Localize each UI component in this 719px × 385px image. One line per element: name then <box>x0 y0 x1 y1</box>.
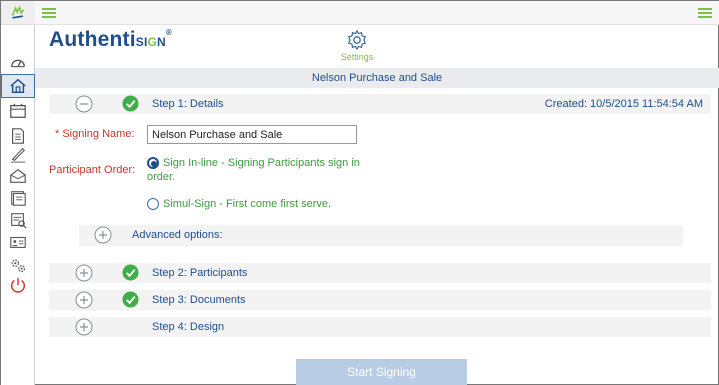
brand-sign: SIGN <box>135 35 166 49</box>
contact-card-icon[interactable] <box>7 232 29 252</box>
advanced-options-header[interactable]: Advanced options: <box>79 225 683 246</box>
step-title: Step 3: Documents <box>152 294 246 306</box>
admin-gears-icon[interactable] <box>7 255 29 275</box>
app-window: AuthentiSIGN® Settings Nelson Purchase a… <box>0 0 719 385</box>
expand-icon[interactable] <box>75 318 93 336</box>
expand-icon[interactable] <box>94 226 112 244</box>
advanced-options-label: Advanced options: <box>132 229 223 241</box>
left-rail <box>1 1 35 385</box>
created-timestamp: Created: 10/5/2015 11:54:54 AM <box>544 98 703 110</box>
check-circle-icon <box>122 95 139 112</box>
power-icon[interactable] <box>7 275 29 295</box>
simul-sign-radio[interactable] <box>147 198 159 210</box>
sign-inline-radio[interactable] <box>147 157 159 169</box>
logo-icon <box>1 1 35 25</box>
calendar-icon[interactable] <box>7 101 29 121</box>
top-bar <box>35 1 719 25</box>
step-title: Step 2: Participants <box>152 267 248 279</box>
pen-icon[interactable] <box>7 144 29 164</box>
menu-right-icon[interactable] <box>698 8 712 18</box>
step-4-header[interactable]: Step 4: Design <box>49 317 711 337</box>
templates-icon[interactable] <box>7 188 29 208</box>
step-2-header[interactable]: Step 2: Participants <box>49 263 711 283</box>
brand-logo: AuthentiSIGN® <box>49 28 173 51</box>
step-title: Step 4: Design <box>152 321 225 333</box>
start-signing-button[interactable]: Start Signing <box>296 359 467 385</box>
menu-toggle-icon[interactable] <box>42 8 56 18</box>
envelope-icon[interactable] <box>7 166 29 186</box>
settings-button[interactable]: Settings <box>327 29 387 62</box>
brand-name: Authenti <box>49 28 136 51</box>
signing-name-input[interactable] <box>147 125 357 144</box>
dashboard-icon[interactable] <box>7 53 29 73</box>
sign-inline-label-cont: order. <box>147 171 176 183</box>
settings-label: Settings <box>340 52 374 62</box>
home-icon[interactable] <box>1 74 35 98</box>
document-icon[interactable] <box>7 126 29 146</box>
simul-sign-label: Simul-Sign - First come first serve. <box>163 198 332 210</box>
review-icon[interactable] <box>7 210 29 230</box>
expand-icon[interactable] <box>75 264 93 282</box>
page-title: Nelson Purchase and Sale <box>35 68 719 88</box>
participant-order-label: Participant Order: <box>49 164 136 176</box>
step-1-header[interactable]: Step 1: Details Created: 10/5/2015 11:54… <box>49 94 711 114</box>
step-3-header[interactable]: Step 3: Documents <box>49 290 711 310</box>
gear-icon <box>348 29 366 51</box>
check-circle-icon <box>122 291 139 308</box>
step-title: Step 1: Details <box>152 98 224 110</box>
collapse-icon[interactable] <box>75 95 93 113</box>
signing-name-label: * Signing Name: <box>55 128 135 140</box>
check-circle-icon <box>122 264 139 281</box>
sign-inline-label: Sign In-line - Signing Participants sign… <box>163 157 360 169</box>
expand-icon[interactable] <box>75 291 93 309</box>
